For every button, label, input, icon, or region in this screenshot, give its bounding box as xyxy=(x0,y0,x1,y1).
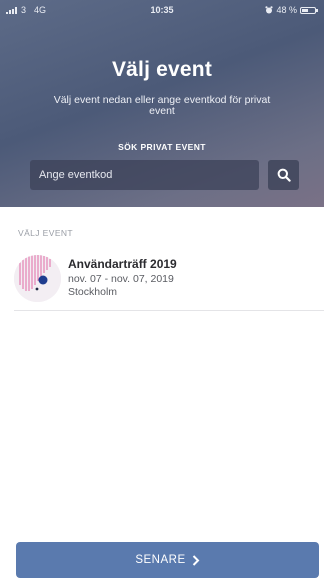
event-dates: nov. 07 - nov. 07, 2019 xyxy=(68,273,174,285)
section-header: VÄLJ EVENT xyxy=(18,228,74,238)
header-banner: 3 4G 10:35 48 % Välj event Välj event ne… xyxy=(0,0,324,207)
search-label: SÖK PRIVAT EVENT xyxy=(118,142,206,152)
battery-icon xyxy=(300,6,318,14)
page-subtitle: Välj event nedan eller ange eventkod för… xyxy=(53,94,271,117)
chevron-right-icon xyxy=(192,554,200,566)
alarm-icon xyxy=(265,6,274,14)
later-button-label: SENARE xyxy=(135,554,186,566)
search-icon xyxy=(277,168,291,182)
event-name: Användarträff 2019 xyxy=(68,257,177,271)
battery-percent: 48 % xyxy=(276,5,297,15)
list-item-event[interactable]: Användarträff 2019 nov. 07 - nov. 07, 20… xyxy=(14,253,324,311)
event-code-input[interactable] xyxy=(30,160,259,190)
search-button[interactable] xyxy=(268,160,299,190)
page-title: Välj event xyxy=(111,58,213,81)
status-right: 48 % xyxy=(265,5,318,15)
event-logo-icon xyxy=(14,255,61,302)
status-bar: 3 4G 10:35 48 % xyxy=(0,0,324,20)
later-button[interactable]: SENARE xyxy=(16,542,319,578)
event-location: Stockholm xyxy=(68,286,118,298)
